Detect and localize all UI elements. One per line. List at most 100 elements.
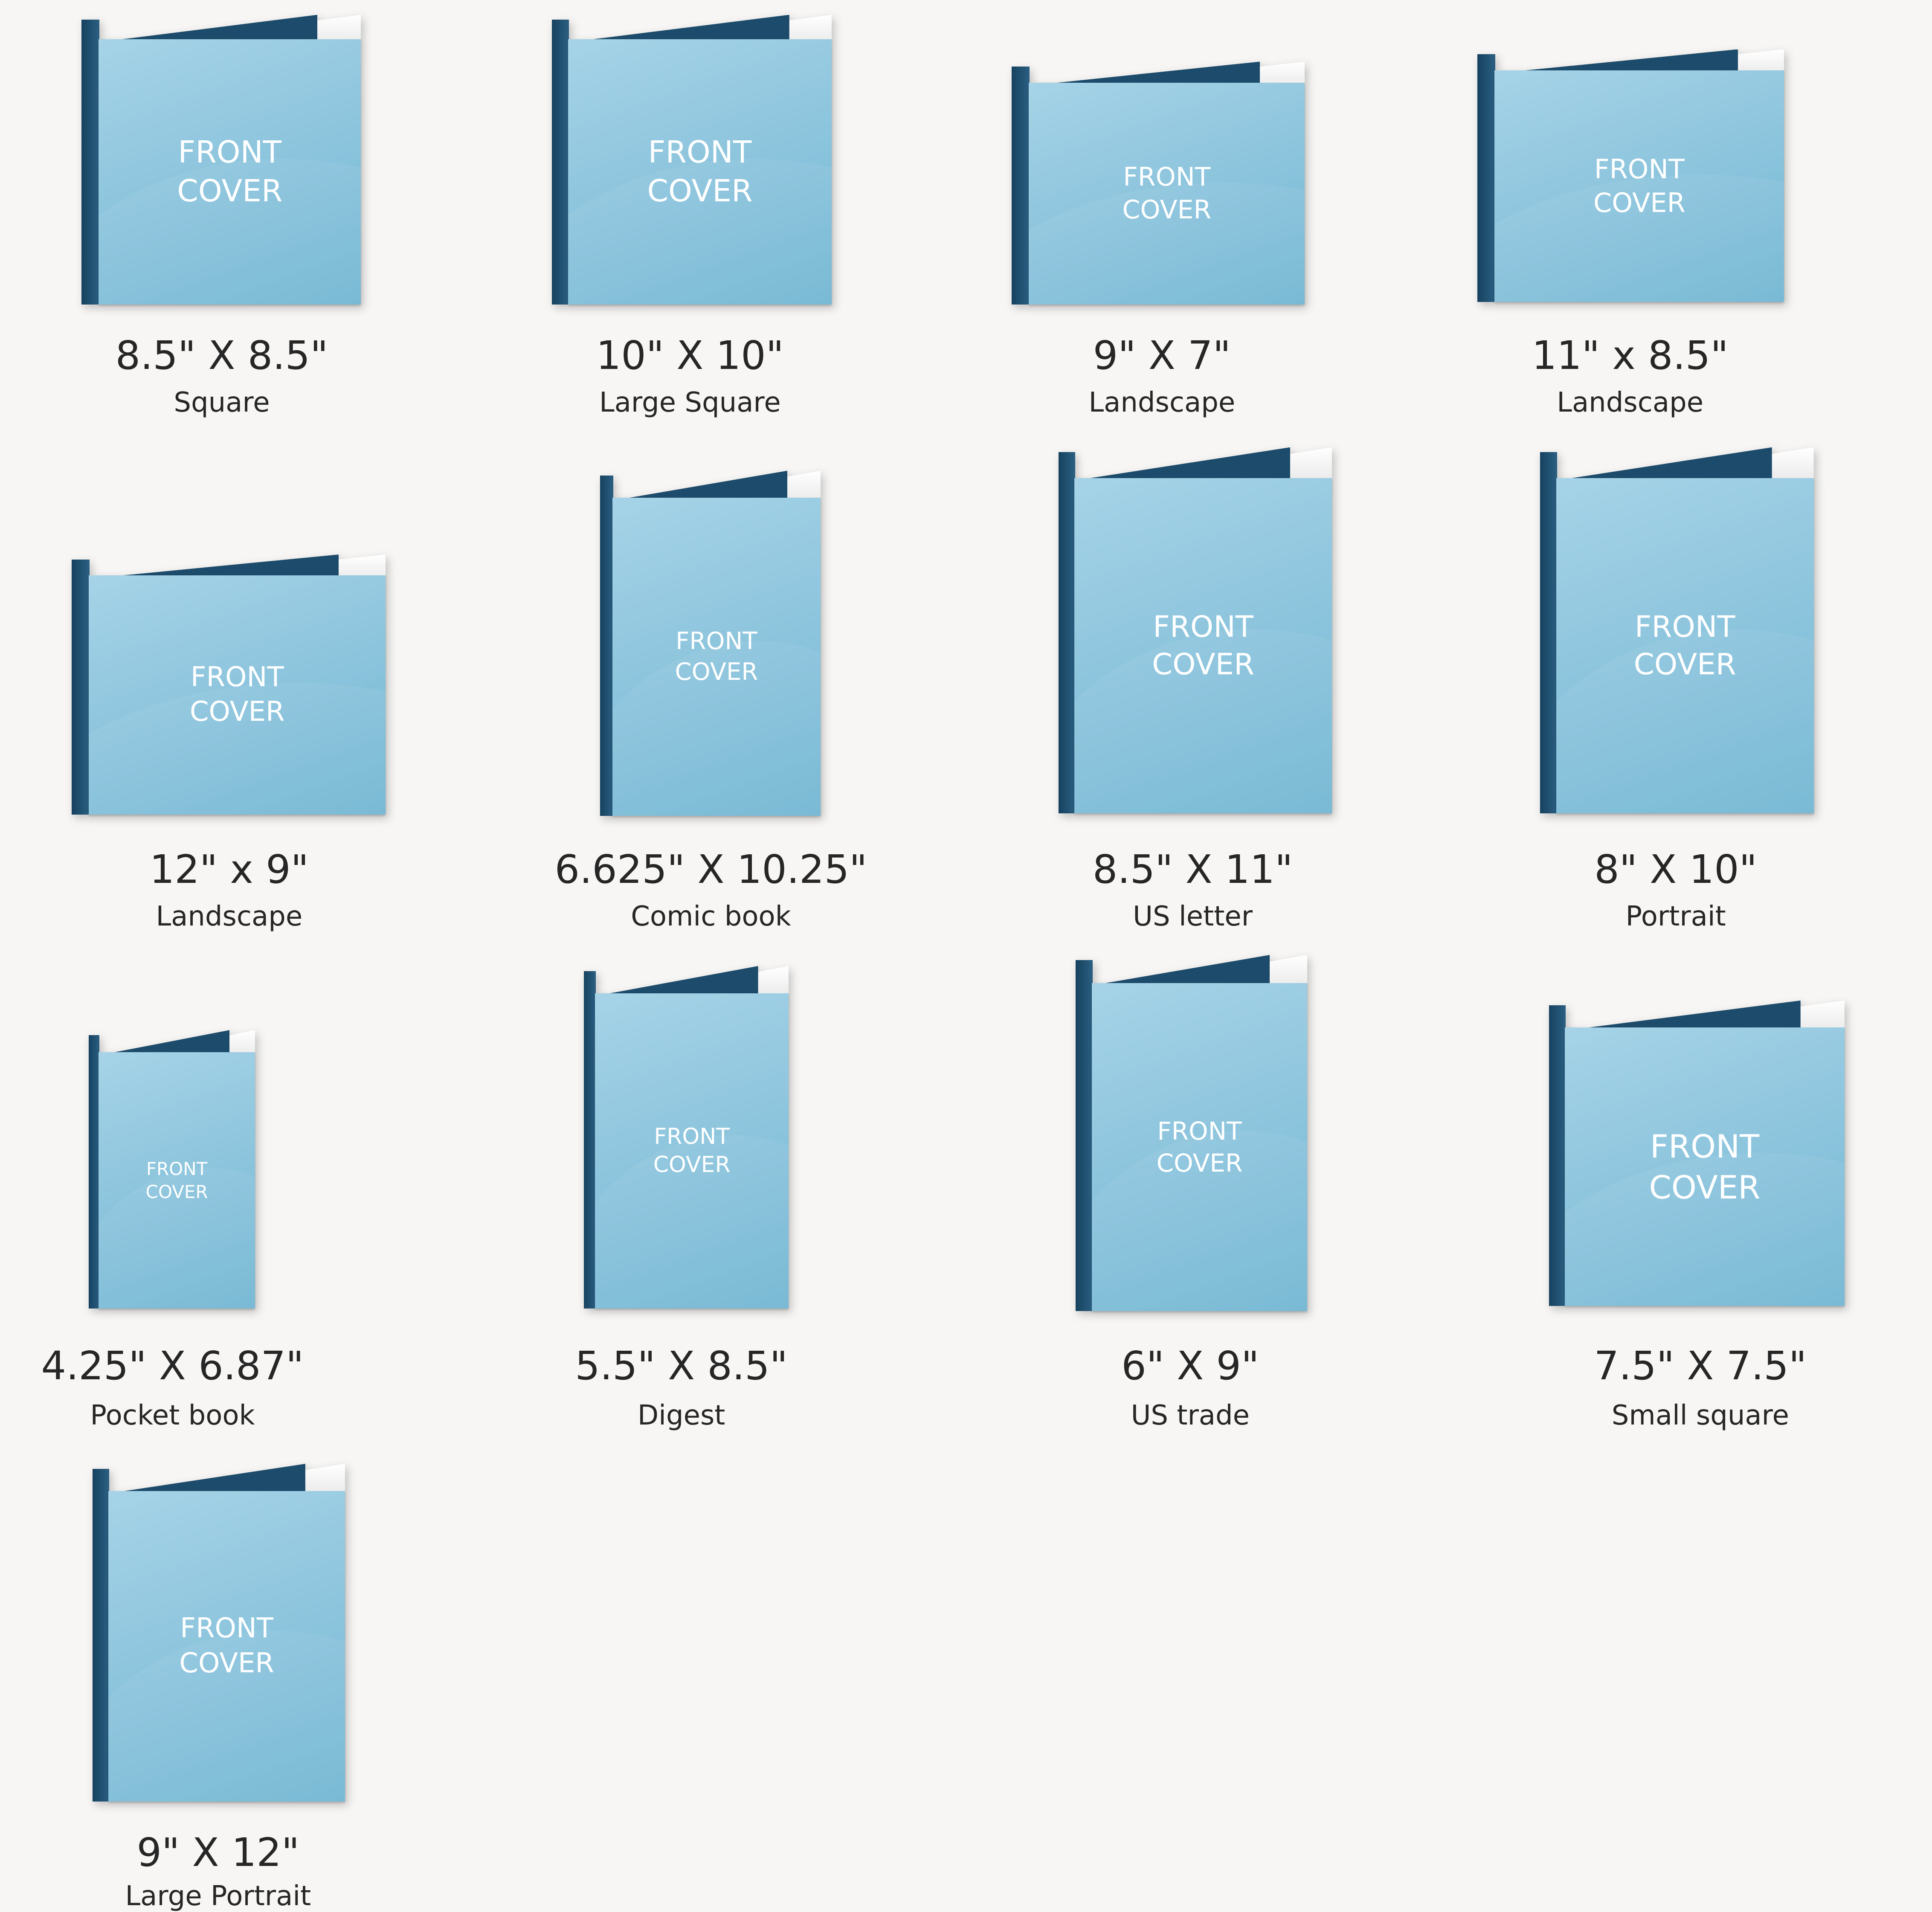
cover-label-line1: FRONT [178, 134, 282, 170]
book-illustration: FRONT COVER [1011, 61, 1305, 305]
cover-label-line2: COVER [1649, 1168, 1761, 1206]
book-size-label: 6.625" X 10.25" [554, 846, 867, 892]
front-cover-label: FRONT COVER [1152, 608, 1254, 684]
front-cover: FRONT COVER [1029, 82, 1305, 305]
book-illustration: FRONT COVER [89, 1030, 255, 1309]
book-size-label: 6" X 9" [1121, 1343, 1259, 1389]
book-size-label: 7.5" X 7.5" [1594, 1343, 1807, 1389]
book-illustration: FRONT COVER [552, 15, 832, 305]
book-size-label: 9" X 7" [1093, 333, 1231, 379]
cover-label-line1: FRONT [180, 1612, 273, 1644]
book-illustration: FRONT COVER [81, 15, 361, 305]
front-cover: FRONT COVER [1074, 478, 1332, 813]
cover-label-line2: COVER [145, 1181, 208, 1202]
book-size-label: 4.25" X 6.87" [41, 1343, 304, 1389]
front-cover: FRONT COVER [1494, 70, 1784, 302]
book-size-label: 8.5" X 11" [1092, 846, 1293, 892]
book-illustration: FRONT COVER [92, 1464, 345, 1802]
book-size-label: 12" x 9" [149, 846, 309, 892]
book-spine [92, 1468, 110, 1802]
front-cover: FRONT COVER [1556, 478, 1814, 813]
book-illustration: FRONT COVER [1058, 447, 1332, 813]
book-spine [89, 1035, 100, 1309]
cover-label-line1: FRONT [1594, 153, 1685, 185]
front-cover: FRONT COVER [595, 993, 789, 1309]
front-cover: FRONT COVER [1565, 1027, 1845, 1306]
book-illustration: FRONT COVER [71, 554, 386, 815]
book-type-label: US letter [1133, 900, 1253, 932]
book-type-label: Square [174, 387, 270, 419]
book-size-label: 8.5" X 8.5" [115, 333, 328, 379]
book-type-label: Large Portrait [125, 1880, 311, 1912]
cover-label-line1: FRONT [1650, 1127, 1760, 1165]
book-spine [552, 20, 569, 305]
book-spine [1058, 452, 1076, 813]
front-cover: FRONT COVER [89, 575, 386, 815]
book-illustration: FRONT COVER [1076, 955, 1308, 1311]
front-cover-label: FRONT COVER [1593, 152, 1685, 220]
book-type-label: US trade [1131, 1399, 1250, 1431]
book-spine [1477, 54, 1496, 302]
book-spine [1549, 1005, 1566, 1306]
cover-label-line2: COVER [653, 1152, 731, 1178]
cover-label-line2: COVER [1122, 194, 1212, 225]
cover-label-line2: COVER [1152, 647, 1255, 682]
cover-label-line2: COVER [647, 173, 753, 209]
book-top-band [1058, 447, 1291, 483]
book-spine [1011, 66, 1030, 305]
book-spine [1076, 960, 1093, 1311]
cover-label-line1: FRONT [190, 661, 284, 693]
cover-label-line1: FRONT [146, 1158, 208, 1179]
cover-label-line1: FRONT [654, 1123, 730, 1149]
book-type-label: Landscape [1088, 387, 1236, 419]
cover-label-line2: COVER [675, 658, 758, 686]
front-cover-label: FRONT COVER [146, 1158, 208, 1204]
book-size-label: 10" X 10" [596, 333, 784, 379]
book-type-label: Small square [1611, 1399, 1789, 1431]
book-type-label: Digest [637, 1399, 725, 1431]
front-cover-label: FRONT COVER [675, 626, 758, 687]
front-cover: FRONT COVER [99, 1052, 255, 1309]
front-cover: FRONT COVER [99, 39, 361, 305]
book-type-label: Comic book [631, 900, 791, 932]
front-cover-label: FRONT COVER [177, 133, 282, 211]
cover-label-line1: FRONT [1123, 162, 1211, 192]
book-size-label: 9" X 12" [136, 1830, 300, 1876]
front-cover-label: FRONT COVER [1123, 161, 1212, 226]
book-spine [1540, 452, 1557, 813]
front-cover-label: FRONT COVER [647, 133, 752, 211]
front-cover-label: FRONT COVER [190, 660, 285, 730]
book-type-label: Pocket book [90, 1399, 255, 1431]
book-spine [71, 559, 90, 815]
front-cover-label: FRONT COVER [1649, 1126, 1761, 1208]
book-size-label: 8" X 10" [1594, 846, 1757, 892]
book-type-label: Landscape [1557, 387, 1704, 419]
front-cover-label: FRONT COVER [653, 1123, 731, 1179]
book-type-label: Landscape [156, 900, 303, 932]
book-illustration: FRONT COVER [1540, 447, 1814, 813]
cover-label-line1: FRONT [676, 627, 757, 656]
book-illustration: FRONT COVER [600, 470, 821, 816]
book-type-label: Portrait [1625, 900, 1726, 932]
book-top-band [1540, 447, 1772, 483]
cover-label-line1: FRONT [1153, 609, 1253, 644]
front-cover-label: FRONT COVER [179, 1611, 274, 1681]
cover-label-line2: COVER [179, 1647, 274, 1679]
cover-label-line2: COVER [1593, 187, 1685, 219]
cover-label-line2: COVER [1156, 1148, 1243, 1178]
cover-label-line2: COVER [1633, 647, 1736, 682]
cover-label-line1: FRONT [1634, 609, 1735, 644]
book-spine [584, 971, 596, 1309]
book-size-label: 5.5" X 8.5" [575, 1343, 788, 1389]
book-spine [81, 20, 100, 305]
book-size-label: 11" x 8.5" [1532, 333, 1729, 379]
front-cover: FRONT COVER [568, 39, 832, 305]
front-cover: FRONT COVER [1091, 983, 1308, 1311]
cover-label-line1: FRONT [648, 134, 752, 170]
cover-label-line1: FRONT [1157, 1117, 1242, 1146]
cover-label-line2: COVER [189, 696, 285, 728]
book-illustration: FRONT COVER [584, 966, 789, 1309]
book-illustration: FRONT COVER [1549, 1000, 1845, 1306]
book-type-label: Large Square [599, 387, 781, 419]
front-cover: FRONT COVER [108, 1491, 345, 1802]
